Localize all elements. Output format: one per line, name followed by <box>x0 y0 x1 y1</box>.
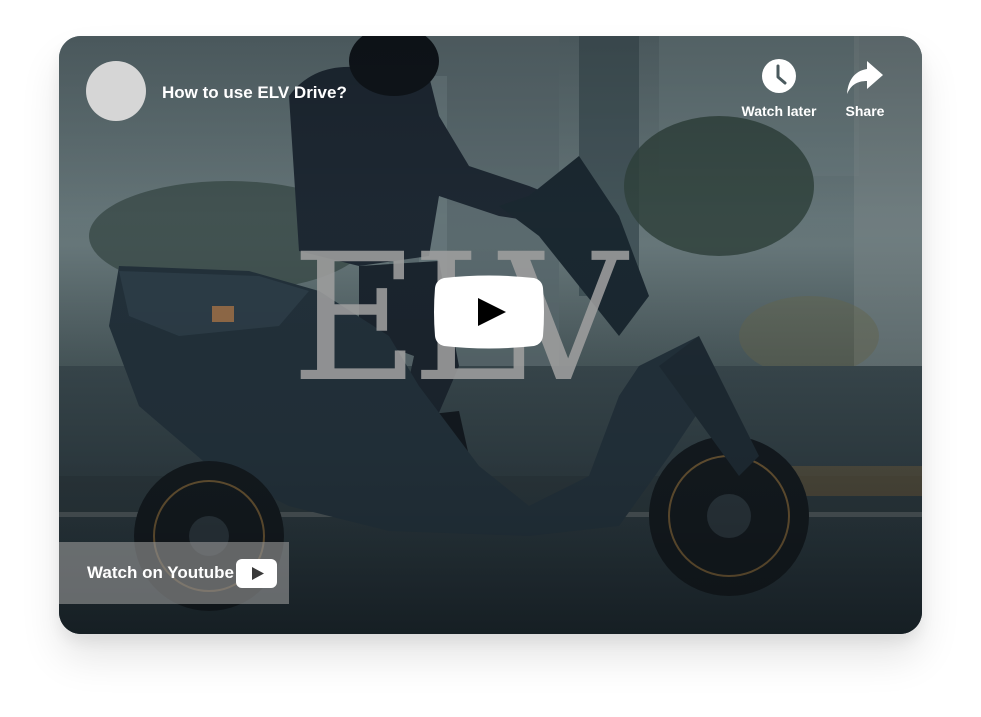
play-button[interactable] <box>434 274 544 350</box>
video-title[interactable]: How to use ELV Drive? <box>162 81 462 105</box>
watch-on-youtube-button[interactable]: Watch on Youtube <box>59 542 289 604</box>
share-label: Share <box>845 103 885 119</box>
video-player[interactable]: ELV How to use ELV Drive? Watch later Sh… <box>59 36 922 634</box>
watch-later-button[interactable]: Watch later <box>739 58 819 122</box>
watch-on-youtube-label: Watch on Youtube <box>87 563 235 582</box>
watch-later-label: Watch later <box>741 103 817 119</box>
youtube-logo-icon <box>236 559 277 588</box>
share-arrow-icon <box>847 61 883 94</box>
share-button[interactable]: Share <box>837 58 893 122</box>
channel-avatar[interactable] <box>86 61 146 121</box>
clock-icon <box>762 59 796 93</box>
